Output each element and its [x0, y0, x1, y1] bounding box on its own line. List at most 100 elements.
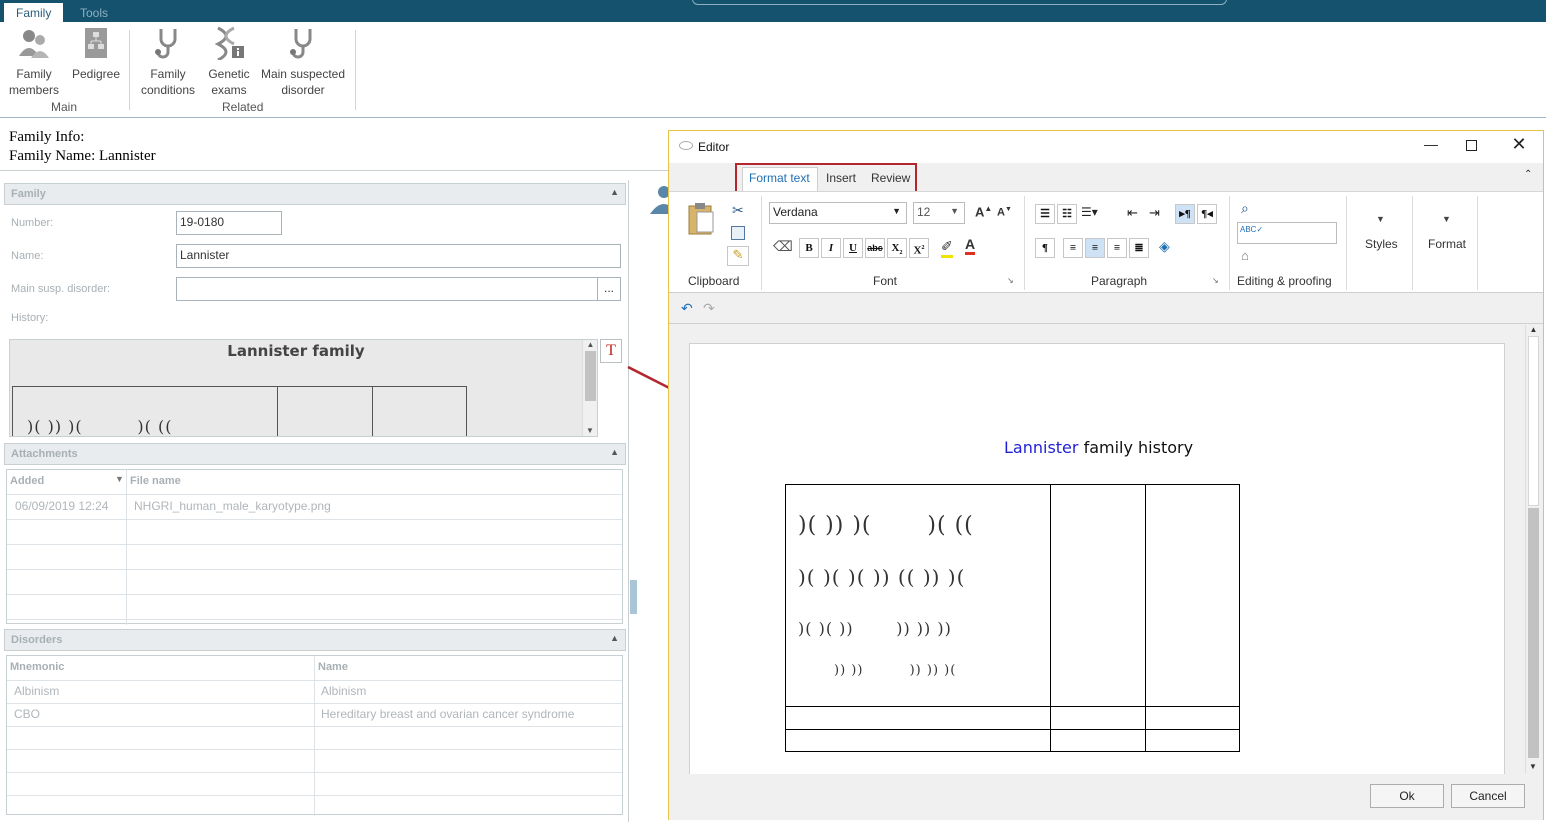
splitter-handle[interactable] [630, 580, 637, 614]
tab-insert[interactable]: Insert [826, 171, 856, 185]
show-marks-icon[interactable]: ¶ [1035, 238, 1055, 258]
cut-icon[interactable]: ✂ [732, 202, 744, 219]
rtl-icon[interactable]: ¶◂ [1197, 204, 1217, 224]
column-header-file-name[interactable]: File name [130, 475, 181, 487]
history-scrollbar[interactable]: ▲ ▼ [582, 340, 597, 436]
tab-family[interactable]: Family [4, 3, 64, 22]
redo-icon[interactable]: ↷ [703, 300, 715, 317]
strikethrough-button[interactable]: abc [865, 238, 885, 258]
font-color-icon[interactable]: A [965, 236, 976, 255]
align-center-icon[interactable]: ≡ [1085, 238, 1105, 258]
replace-icon[interactable]: ⌂ [1241, 248, 1249, 263]
disorder-field[interactable] [176, 277, 598, 301]
number-label: Number: [11, 217, 54, 229]
close-icon[interactable]: ✕ [1509, 134, 1529, 155]
align-left-icon[interactable]: ≡ [1063, 238, 1083, 258]
disorder-name-cell[interactable]: Albinism [321, 684, 366, 698]
name-field[interactable]: Lannister [176, 244, 621, 268]
attachment-file-cell[interactable]: NHGRI_human_male_karyotype.png [134, 499, 331, 513]
app-icon [679, 141, 693, 150]
underline-button[interactable]: U [843, 238, 863, 258]
styles-button[interactable]: Styles [1365, 237, 1398, 251]
multilevel-list-icon[interactable]: ☰▾ [1081, 205, 1098, 219]
edit-text-icon[interactable]: T [600, 339, 622, 363]
font-name-select[interactable]: Verdana ▼ [769, 202, 907, 224]
subscript-button[interactable]: X2 [887, 238, 907, 258]
disorders-grid[interactable]: Mnemonic Name Albinism Albinism CBO Here… [6, 655, 623, 816]
clear-format-icon[interactable]: ⌫ [773, 238, 793, 255]
collapse-icon[interactable]: ▲ [610, 187, 619, 197]
filter-dropdown-icon[interactable]: ▼ [115, 474, 124, 484]
document-scrollbar[interactable]: ▲ ▼ [1525, 325, 1541, 773]
align-right-icon[interactable]: ≡ [1107, 238, 1127, 258]
group-font: Font [873, 274, 898, 288]
format-dropdown-icon[interactable]: ▼ [1442, 214, 1451, 224]
column-header-name[interactable]: Name [318, 661, 348, 673]
browse-button[interactable]: ... [597, 277, 621, 301]
genetic-exams-button[interactable]: Genetic exams [202, 26, 256, 98]
bullets-icon[interactable]: ☰ [1035, 204, 1055, 224]
column-header-mnemonic[interactable]: Mnemonic [10, 661, 64, 673]
tab-format-text[interactable]: Format text [749, 171, 810, 185]
cancel-button[interactable]: Cancel [1451, 784, 1525, 808]
increase-indent-icon[interactable]: ⇥ [1149, 205, 1160, 221]
numbering-icon[interactable]: ☷ [1057, 204, 1077, 224]
tab-review[interactable]: Review [871, 171, 910, 185]
bold-button[interactable]: B [799, 238, 819, 258]
chevron-down-icon: ▼ [950, 206, 959, 216]
paste-icon[interactable] [687, 202, 715, 236]
collapse-ribbon-icon[interactable]: ⌃ [1524, 169, 1532, 180]
document-title[interactable]: Lannister family history [690, 438, 1546, 457]
justify-icon[interactable]: ≣ [1129, 238, 1149, 258]
column-header-added[interactable]: Added [10, 475, 44, 487]
ltr-icon[interactable]: ▸¶ [1175, 204, 1195, 224]
history-preview-title: Lannister family [227, 342, 365, 360]
font-size-select[interactable]: 12 ▼ [913, 202, 965, 224]
family-panel-header[interactable]: Family ▲ [4, 183, 626, 205]
paragraph-dialog-launcher-icon[interactable]: ↘ [1212, 276, 1219, 285]
family-info-label: Family Info: [9, 129, 85, 145]
shading-icon[interactable]: ◈ [1159, 238, 1170, 255]
attachment-added-cell[interactable]: 06/09/2019 12:24 [15, 499, 108, 513]
main-suspected-disorder-button[interactable]: Main suspected disorder [258, 26, 348, 98]
attachments-panel-title: Attachments [11, 448, 78, 460]
shrink-font-icon[interactable]: A▼ [997, 206, 1012, 219]
attachments-panel-header[interactable]: Attachments ▲ [4, 443, 626, 465]
disorder-mnemonic-cell[interactable]: CBO [14, 707, 40, 721]
document-page[interactable]: Lannister family history )( )) )( )( (( … [689, 343, 1505, 783]
disorder-mnemonic-cell[interactable]: Albinism [14, 684, 59, 698]
family-conditions-button[interactable]: Family conditions [138, 26, 198, 98]
pedigree-button[interactable]: Pedigree [68, 26, 124, 82]
document-area: Lannister family history )( )) )( )( (( … [669, 325, 1543, 783]
italic-button[interactable]: I [821, 238, 841, 258]
minimize-icon[interactable]: — [1421, 136, 1441, 152]
copy-icon[interactable] [731, 226, 745, 240]
maximize-icon[interactable] [1466, 140, 1477, 151]
collapse-icon[interactable]: ▲ [610, 447, 619, 457]
styles-dropdown-icon[interactable]: ▼ [1376, 214, 1385, 224]
undo-icon[interactable]: ↶ [681, 300, 693, 317]
ok-button[interactable]: Ok [1370, 784, 1444, 808]
search-box[interactable] [692, 0, 1227, 5]
family-members-button[interactable]: Family members [6, 26, 62, 98]
superscript-button[interactable]: X2 [909, 238, 929, 258]
family-conditions-label-2: conditions [140, 83, 196, 97]
grow-font-icon[interactable]: A▲ [975, 204, 992, 219]
format-button[interactable]: Format [1428, 237, 1466, 251]
user-icon [648, 184, 678, 214]
tab-tools[interactable]: Tools [68, 3, 120, 22]
attachments-grid[interactable]: Added ▼ File name 06/09/2019 12:24 NHGRI… [6, 469, 623, 625]
disorder-name-cell[interactable]: Hereditary breast and ovarian cancer syn… [321, 707, 574, 721]
disorders-panel-header[interactable]: Disorders ▲ [4, 629, 626, 651]
editor-window: Editor — ✕ Format text Insert Review ⌃ ✂… [668, 130, 1544, 820]
document-table[interactable]: )( )) )( )( (( )( )( )( )) (( )) )( )( )… [785, 484, 1240, 752]
history-preview[interactable]: Lannister family )( )) )( )( (( ▲ ▼ [9, 339, 598, 437]
decrease-indent-icon[interactable]: ⇤ [1127, 205, 1138, 221]
number-field[interactable]: 19-0180 [176, 211, 282, 235]
highlight-icon[interactable]: ✐ [941, 238, 953, 258]
format-painter-icon[interactable]: ✎ [727, 246, 749, 266]
font-dialog-launcher-icon[interactable]: ↘ [1007, 276, 1014, 285]
spell-check-field[interactable]: ABC✓ [1237, 222, 1337, 244]
collapse-icon[interactable]: ▲ [610, 633, 619, 643]
find-icon[interactable]: ⌕ [1241, 200, 1249, 217]
